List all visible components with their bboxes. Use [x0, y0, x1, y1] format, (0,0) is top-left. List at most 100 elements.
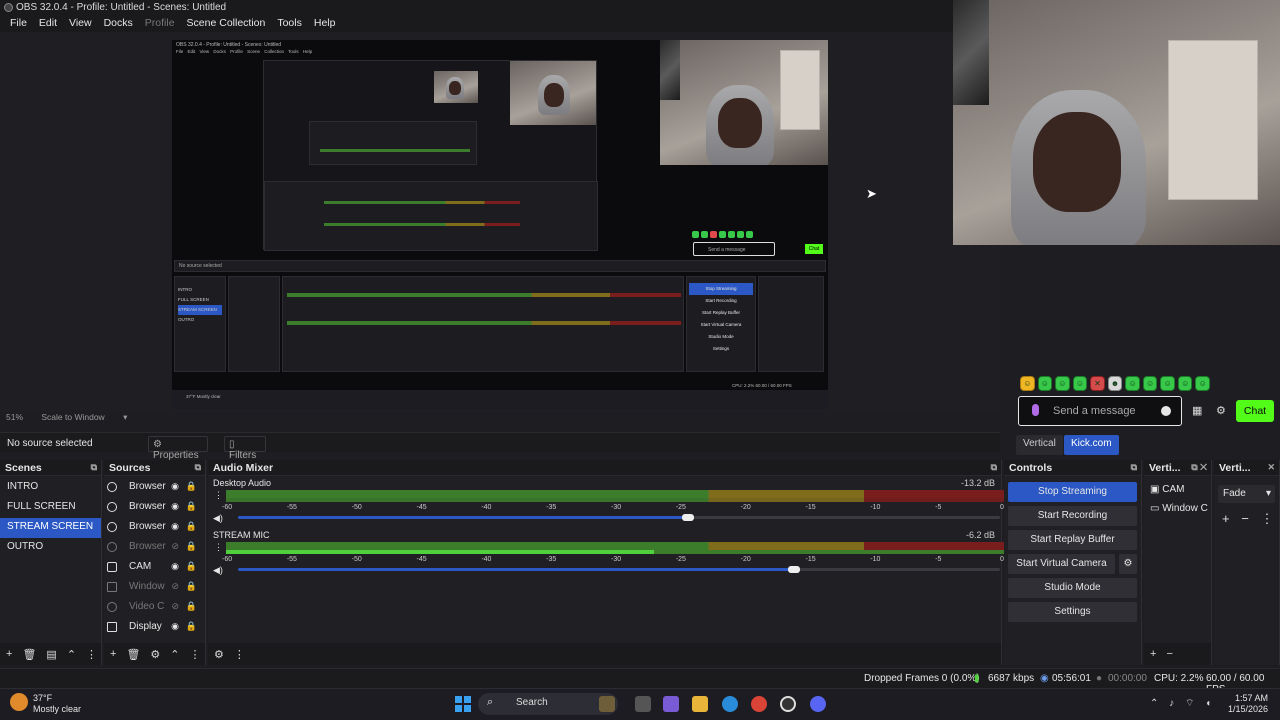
volume-icon[interactable]: ◀) [213, 513, 223, 524]
emote-10[interactable]: ☺ [1177, 376, 1193, 391]
system-tray[interactable]: ⌃ ♪ ⌔ ◖ [1150, 697, 1211, 710]
preview-canvas[interactable]: OBS 32.0.4 - Profile: Untitled - Scenes:… [172, 40, 828, 410]
wifi-icon[interactable]: ⌔ [1185, 698, 1194, 709]
vertical-source-cam[interactable]: ▣ CAM [1150, 480, 1211, 499]
chevron-up-icon[interactable]: ⌃ [67, 648, 76, 661]
obs-taskbar-icon[interactable] [780, 696, 796, 712]
stop-streaming-button[interactable]: Stop Streaming [1008, 482, 1137, 502]
emote-5[interactable]: ✕ [1090, 376, 1105, 391]
volume-knob[interactable] [788, 566, 801, 573]
lock-icon[interactable]: 🔒 [186, 501, 197, 512]
add-icon[interactable]: + [1222, 511, 1230, 526]
studio-mode-button[interactable]: Studio Mode [1008, 578, 1137, 598]
zoom-level[interactable]: 51% [6, 412, 23, 422]
gear-icon[interactable]: ⚙ [1216, 404, 1226, 417]
more-icon[interactable]: ⋮ [1260, 511, 1273, 526]
scene-stream-screen[interactable]: STREAM SCREEN [0, 518, 101, 538]
undock-icon[interactable]: ⧉ [991, 462, 997, 473]
properties-button[interactable]: ⚙ Properties [148, 436, 208, 461]
transition-select[interactable]: Fade ▾ [1218, 485, 1275, 503]
task-view-icon[interactable] [635, 696, 651, 712]
eye-icon[interactable]: ◉ [171, 561, 179, 572]
trash-icon[interactable]: 🗑 [126, 648, 140, 661]
volume-slider[interactable] [238, 568, 795, 571]
emote-3[interactable]: ☺ [1055, 376, 1070, 391]
source-browser-3[interactable]: Browser ◉ 🔒 [104, 518, 205, 538]
weather-temp[interactable]: 37°F [33, 693, 52, 703]
emote-9[interactable]: ☺ [1160, 376, 1175, 391]
scene-full-screen[interactable]: FULL SCREEN [0, 498, 101, 518]
start-recording-button[interactable]: Start Recording [1008, 506, 1137, 526]
chat-input[interactable]: Send a message [1018, 396, 1182, 426]
windows-start-icon[interactable] [455, 696, 471, 712]
volume-icon[interactable]: ◖ [1205, 698, 1211, 709]
undock-icon[interactable]: ⧉ [91, 462, 97, 473]
mic-icon[interactable] [1032, 404, 1039, 416]
start-virtual-camera-button[interactable]: Start Virtual Camera ⚙ [1008, 554, 1137, 574]
emote-11[interactable]: ☺ [1195, 376, 1211, 391]
source-display[interactable]: Display ◉ 🔒 [104, 618, 205, 638]
emote-4[interactable]: ☺ [1072, 376, 1088, 391]
filters-button[interactable]: ▯ Filters [224, 436, 266, 461]
volume-slider-track[interactable] [794, 568, 1000, 571]
volume-slider-track[interactable] [687, 516, 1000, 519]
emote-8[interactable]: ☺ [1142, 376, 1158, 391]
menu-view[interactable]: View [63, 16, 98, 32]
microphone-icon[interactable]: ♪ [1169, 698, 1174, 709]
volume-icon[interactable]: ◀) [213, 565, 223, 576]
minus-icon[interactable]: − [1241, 511, 1249, 526]
lock-icon[interactable]: 🔒 [186, 621, 197, 632]
source-window[interactable]: Window ⊘ 🔒 [104, 578, 205, 598]
chevron-down-icon[interactable]: ▾ [123, 412, 127, 422]
copilot-icon[interactable] [663, 696, 679, 712]
emote-2[interactable]: ☺ [1037, 376, 1053, 391]
volume-slider[interactable] [238, 516, 688, 519]
source-browser-4[interactable]: Browser ⊘ 🔒 [104, 538, 205, 558]
source-browser-2[interactable]: Browser ◉ 🔒 [104, 498, 205, 518]
add-icon[interactable]: + [6, 648, 12, 660]
eye-icon[interactable]: ◉ [171, 621, 179, 632]
vertical-source-window[interactable]: ▭ Window C [1150, 499, 1211, 518]
close-icon[interactable]: ✕ [1267, 462, 1275, 473]
weather-condition[interactable]: Mostly clear [33, 704, 81, 714]
menu-scene-collection[interactable]: Scene Collection [181, 16, 272, 32]
chevron-up-icon[interactable]: ⌃ [170, 648, 179, 661]
add-icon[interactable]: + [1150, 648, 1156, 660]
scene-outro[interactable]: OUTRO [0, 538, 101, 558]
settings-button[interactable]: Settings [1008, 602, 1137, 622]
chrome-icon[interactable] [751, 696, 767, 712]
chat-send-button[interactable]: Chat [1236, 400, 1274, 422]
minus-icon[interactable]: − [1166, 648, 1172, 660]
add-icon[interactable]: + [110, 648, 116, 660]
chevron-up-icon[interactable]: ⌃ [1150, 698, 1158, 709]
eye-hidden-icon[interactable]: ⊘ [171, 601, 179, 612]
more-icon[interactable]: ⋮ [214, 542, 223, 553]
volume-knob[interactable] [681, 514, 694, 521]
trash-icon[interactable]: 🗑 [22, 648, 36, 661]
lock-icon[interactable]: 🔒 [186, 601, 197, 612]
lock-icon[interactable]: 🔒 [186, 481, 197, 492]
source-browser-1[interactable]: Browser ◉ 🔒 [104, 478, 205, 498]
lock-icon[interactable]: 🔒 [186, 561, 197, 572]
zoom-mode[interactable]: Scale to Window [41, 412, 104, 422]
menu-tools[interactable]: Tools [271, 16, 308, 32]
tab-kick[interactable]: Kick.com [1064, 435, 1119, 455]
taskbar-search[interactable]: Search [478, 693, 618, 715]
lock-icon[interactable]: 🔒 [186, 541, 197, 552]
file-explorer-icon[interactable] [692, 696, 708, 712]
eye-hidden-icon[interactable]: ⊘ [171, 541, 179, 552]
gear-icon[interactable]: ⚙ [1119, 554, 1137, 574]
emote-6[interactable]: ☻ [1107, 376, 1123, 391]
undock-icon[interactable]: ⧉ [1131, 462, 1137, 473]
emote-1[interactable]: ☺ [1020, 376, 1035, 391]
scene-intro[interactable]: INTRO [0, 478, 101, 498]
menu-edit[interactable]: Edit [33, 16, 63, 32]
lock-icon[interactable]: 🔒 [186, 581, 197, 592]
tab-vertical[interactable]: Vertical [1016, 435, 1063, 455]
edge-icon[interactable] [722, 696, 738, 712]
menu-profile[interactable]: Profile [139, 16, 181, 32]
close-icon[interactable]: ⧉ ✕ [1191, 462, 1207, 473]
more-icon[interactable]: ⋮ [214, 490, 223, 501]
widgets-icon[interactable] [599, 696, 615, 712]
eye-icon[interactable]: ◉ [171, 501, 179, 512]
